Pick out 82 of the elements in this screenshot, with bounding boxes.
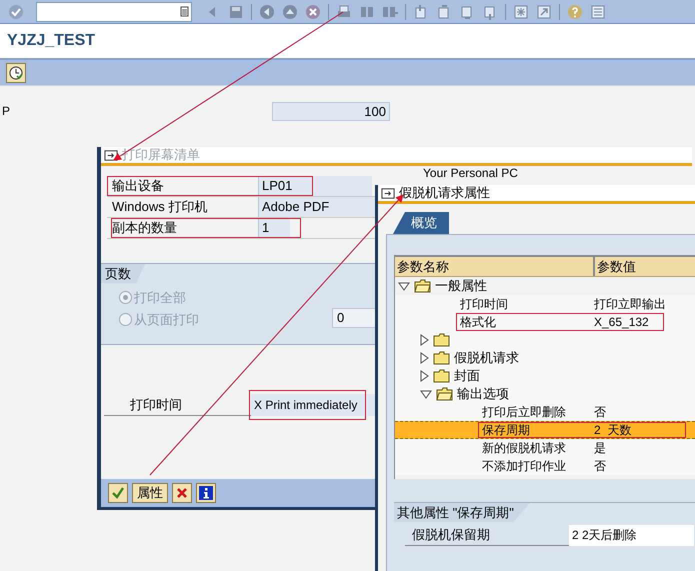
dialog-icon[interactable] [104,148,119,162]
field-label: Windows 打印机 [111,198,208,216]
dialog-title: 假脱机请求属性 [399,185,490,202]
tree-node-label: 输出选项 [457,385,509,404]
dialog-icon[interactable] [381,186,396,200]
collapse-icon[interactable] [420,390,432,398]
up-circle-icon[interactable] [282,4,298,20]
cancel-icon[interactable] [305,4,321,20]
help-icon[interactable] [567,4,583,20]
folder-icon [414,279,431,293]
expand-icon[interactable] [420,334,429,346]
field-label: P [1,103,12,120]
parameter-name: 格式化 [459,314,497,331]
clock-icon [9,66,23,80]
cancel-button[interactable] [172,483,192,503]
tree-row[interactable]: 打印后立即删除 否 [395,403,695,421]
column-header: 参数值 [596,258,636,276]
column-header: 参数名称 [395,257,595,276]
group-title: 页数 [101,264,145,283]
input-field[interactable]: X Print immediately [251,394,376,416]
execute-button[interactable] [6,62,26,82]
tree-row[interactable]: 封面 [395,367,695,385]
radio-button[interactable] [119,291,132,304]
shortcut-icon[interactable] [536,4,552,20]
parameter-name: 保存周期 [481,422,531,439]
close-icon [176,487,188,499]
tree-row[interactable]: 新的假脱机请求 是 [395,439,695,457]
save-icon[interactable] [228,4,244,20]
tree-node-label: 封面 [454,367,480,386]
parameter-name: 不添加打印作业 [481,458,567,475]
tree-row[interactable]: 格式化 X_65_132 [395,313,695,331]
expand-icon[interactable] [420,352,429,364]
check-icon [111,486,125,500]
screen-title: YJZJ_TEST [7,31,96,51]
tree-row[interactable]: 保存周期 2 天数 [395,421,695,439]
device-note: Your Personal PC [423,166,518,180]
field-label: 输出设备 [111,177,165,196]
input-field[interactable]: LP01 [258,176,372,196]
parameter-name: 打印后立即删除 [481,404,567,421]
input-field[interactable]: 2 2天后删除 [569,524,694,546]
collapse-icon[interactable] [398,282,410,290]
confirm-button[interactable] [108,483,128,503]
folder-icon [433,333,450,347]
tree-row[interactable]: 输出选项 [395,385,695,403]
tree-node-label: 假脱机请求 [454,349,519,368]
back-circle-icon[interactable] [259,4,275,20]
tree-row[interactable]: 不添加打印作业 否 [395,457,695,475]
parameter-value: 否 [594,404,606,421]
group-title: 其他属性 "保存周期" [394,503,530,522]
parameter-value: 是 [594,440,606,457]
parameter-value: 否 [594,458,606,475]
folder-icon [433,351,450,365]
command-field[interactable] [36,2,192,22]
tab[interactable]: 概览 [393,212,449,234]
tree-row[interactable]: 一般属性 [395,277,695,295]
folder-icon [436,387,453,401]
input-field[interactable]: 100 [272,102,390,120]
tree-row[interactable]: 打印时间 打印立即输出 [395,295,695,313]
expand-icon[interactable] [420,370,429,382]
tree-row[interactable]: 假脱机请求 [395,349,695,367]
properties-button[interactable]: 属性 [132,483,168,503]
parameter-name: 打印时间 [459,296,509,313]
parameter-name: 新的假脱机请求 [481,440,567,457]
layout-icon[interactable] [590,4,606,20]
folder-icon [433,369,450,383]
new-window-icon[interactable] [513,4,529,20]
print-icon[interactable] [336,4,352,20]
parameter-value: 2 天数 [594,422,632,439]
enter-icon[interactable] [8,4,24,20]
radio-label: 打印全部 [134,289,186,307]
dropdown-icon[interactable] [180,6,189,17]
input-field[interactable]: Adobe PDF [258,197,375,217]
info-icon [199,486,213,500]
parameter-value: X_65_132 [594,314,649,331]
parameter-value: 打印立即输出 [594,296,666,313]
dialog-title: 打印屏幕清单 [122,146,200,164]
field-label: 副本的数量 [111,219,178,238]
radio-label: 从页面打印 [134,311,199,329]
input-field[interactable]: 1 [258,218,290,238]
tree-node-label: 一般属性 [435,277,487,296]
radio-button[interactable] [119,313,132,326]
info-button[interactable] [196,483,216,503]
